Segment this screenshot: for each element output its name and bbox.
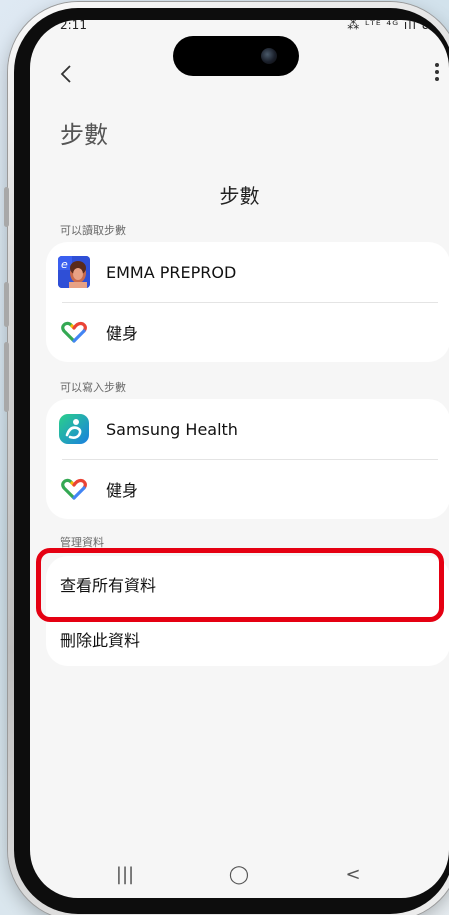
more-vertical-icon: [435, 63, 439, 67]
emma-app-icon: e: [58, 256, 90, 288]
google-fit-heart-icon: [58, 316, 90, 348]
back-button[interactable]: [56, 62, 80, 86]
back-icon: <: [345, 864, 361, 885]
list-item-fitness-write[interactable]: 健身: [46, 459, 449, 519]
home-icon: ◯: [228, 864, 250, 885]
silent-switch: [4, 187, 9, 227]
page-title: 步數: [219, 184, 260, 208]
google-fit-heart-icon: [58, 473, 90, 505]
list-item-samsung-health[interactable]: Samsung Health: [46, 399, 449, 459]
row-label: 查看所有資料: [60, 576, 157, 595]
samsung-health-icon: [58, 413, 90, 445]
row-label: 刪除此資料: [60, 631, 141, 650]
card-manage: 查看所有資料 刪除此資料: [46, 556, 449, 666]
status-time: 2:11: [60, 20, 87, 32]
volume-down-button: [4, 342, 9, 412]
page-heading: 步數: [60, 121, 108, 149]
svg-text:e: e: [61, 258, 68, 271]
volume-up-button: [4, 282, 9, 327]
card-write: Samsung Health 健身: [46, 399, 449, 519]
navigation-bar: ||| ◯ <: [30, 858, 449, 898]
dynamic-island: [173, 36, 299, 76]
delete-data-button[interactable]: 刪除此資料: [46, 612, 449, 666]
recents-icon: |||: [115, 864, 135, 885]
status-icons: ⁂ ᴸᵀᴱ ⁴ᴳ ıll 83: [347, 20, 439, 32]
more-options-button[interactable]: [429, 60, 445, 88]
home-button[interactable]: ◯: [224, 864, 254, 890]
chevron-left-icon: [60, 65, 71, 83]
section-label-read: 可以讀取步數: [60, 224, 126, 237]
camera-icon: [261, 48, 277, 64]
section-label-write: 可以寫入步數: [60, 381, 126, 394]
list-item-emma-preprod[interactable]: e EMMA PREPROD: [46, 242, 449, 302]
view-all-data-button[interactable]: 查看所有資料: [46, 556, 449, 612]
card-read: e EMMA PREPROD 健身: [46, 242, 449, 362]
row-label: 健身: [106, 481, 139, 500]
list-item-fitness-read[interactable]: 健身: [46, 302, 449, 362]
nav-back-button[interactable]: <: [338, 864, 368, 890]
recents-button[interactable]: |||: [110, 864, 140, 890]
screen: 2:11 ⁂ ᴸᵀᴱ ⁴ᴳ ıll 83 步數 步數 可以讀取步數 e EMMA…: [30, 20, 449, 898]
section-label-manage: 管理資料: [60, 536, 104, 549]
row-label: 健身: [106, 324, 139, 343]
row-label: EMMA PREPROD: [106, 262, 237, 282]
row-label: Samsung Health: [106, 419, 238, 439]
